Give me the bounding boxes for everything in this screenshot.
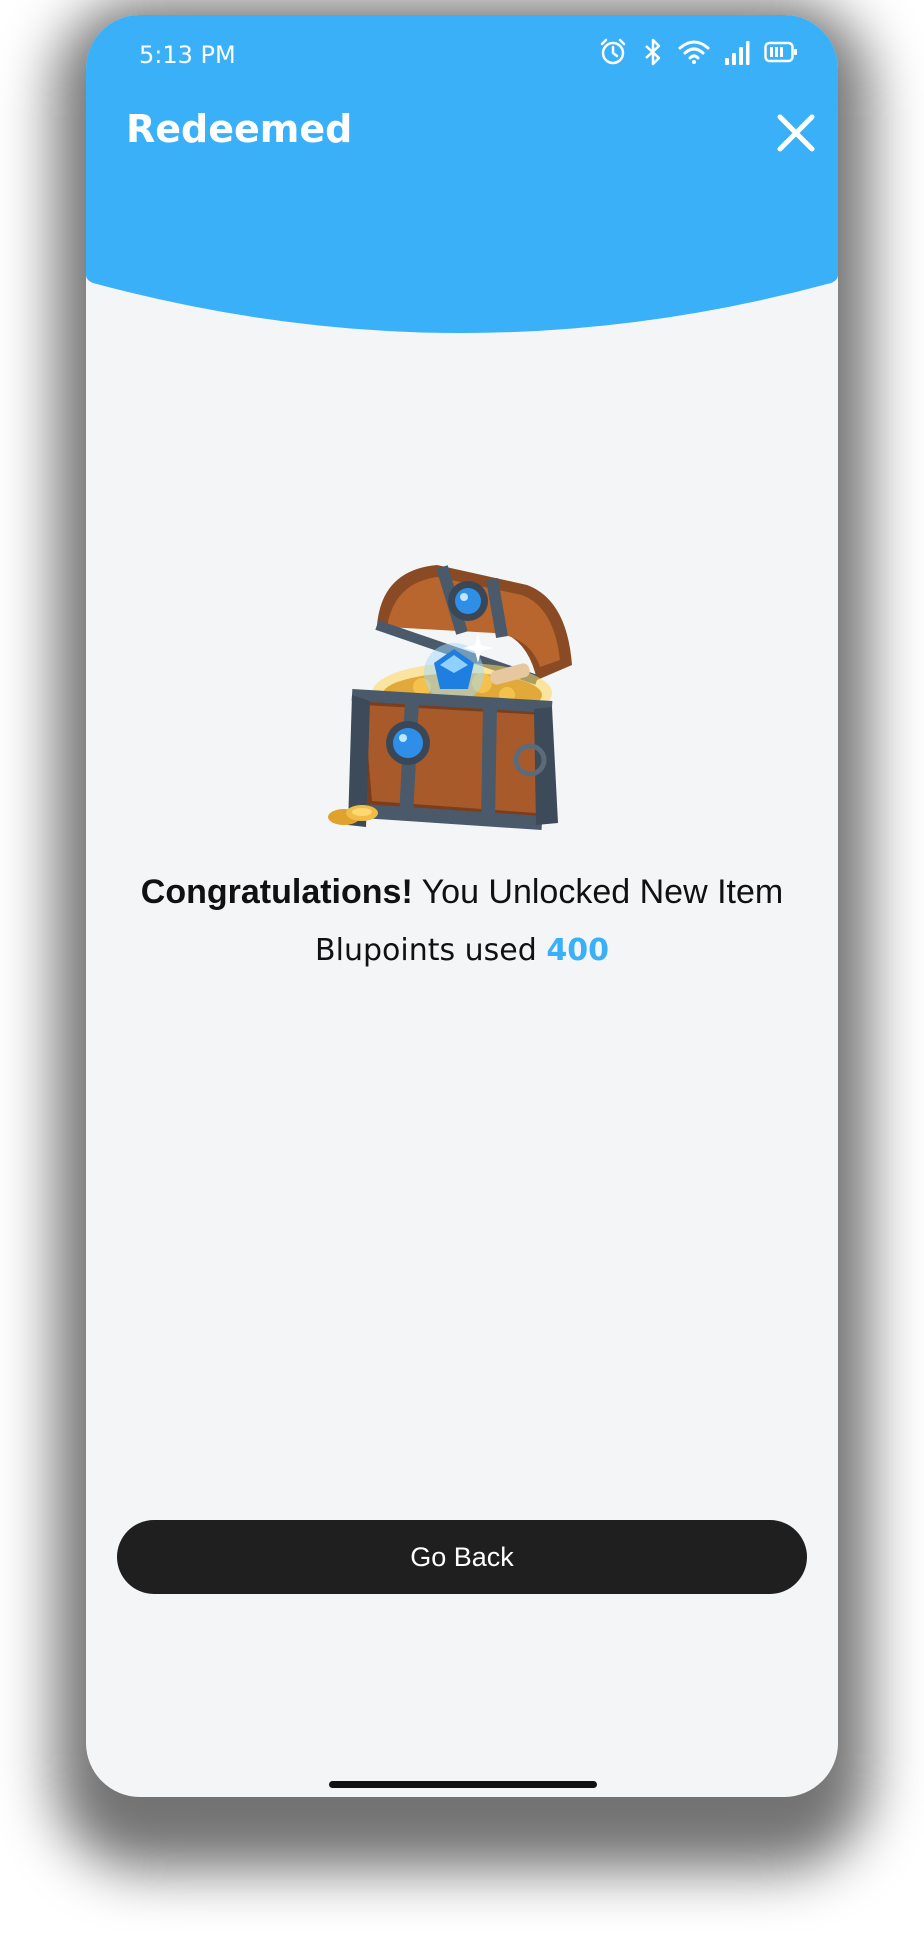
congrats-rest: You Unlocked New Item (412, 873, 784, 911)
status-time: 5:13 PM (139, 41, 236, 69)
status-icons (598, 37, 798, 67)
bluetooth-icon (645, 38, 661, 66)
alarm-icon (600, 38, 626, 65)
close-icon[interactable] (770, 107, 822, 159)
points-used: Blupoints used 400 (86, 933, 838, 968)
go-back-button[interactable]: Go Back (117, 1520, 807, 1594)
treasure-chest-icon (328, 565, 572, 830)
battery-icon (764, 41, 797, 63)
page-title: Redeemed (126, 107, 353, 151)
congrats-bold: Congratulations! (140, 873, 413, 911)
congratulations-message: Congratulations! You Unlocked New Item (86, 873, 838, 912)
home-indicator (329, 1781, 597, 1788)
signal-icon (725, 41, 750, 65)
points-value: 400 (546, 933, 609, 968)
phone-screen: 5:13 PM Redeemed Congratulations! You Un… (86, 15, 838, 1797)
stage: 5:13 PM Redeemed Congratulations! You Un… (0, 0, 924, 1955)
points-label: Blupoints used (315, 933, 547, 968)
status-bar: 5:13 PM (86, 15, 838, 95)
wifi-icon (678, 40, 710, 64)
